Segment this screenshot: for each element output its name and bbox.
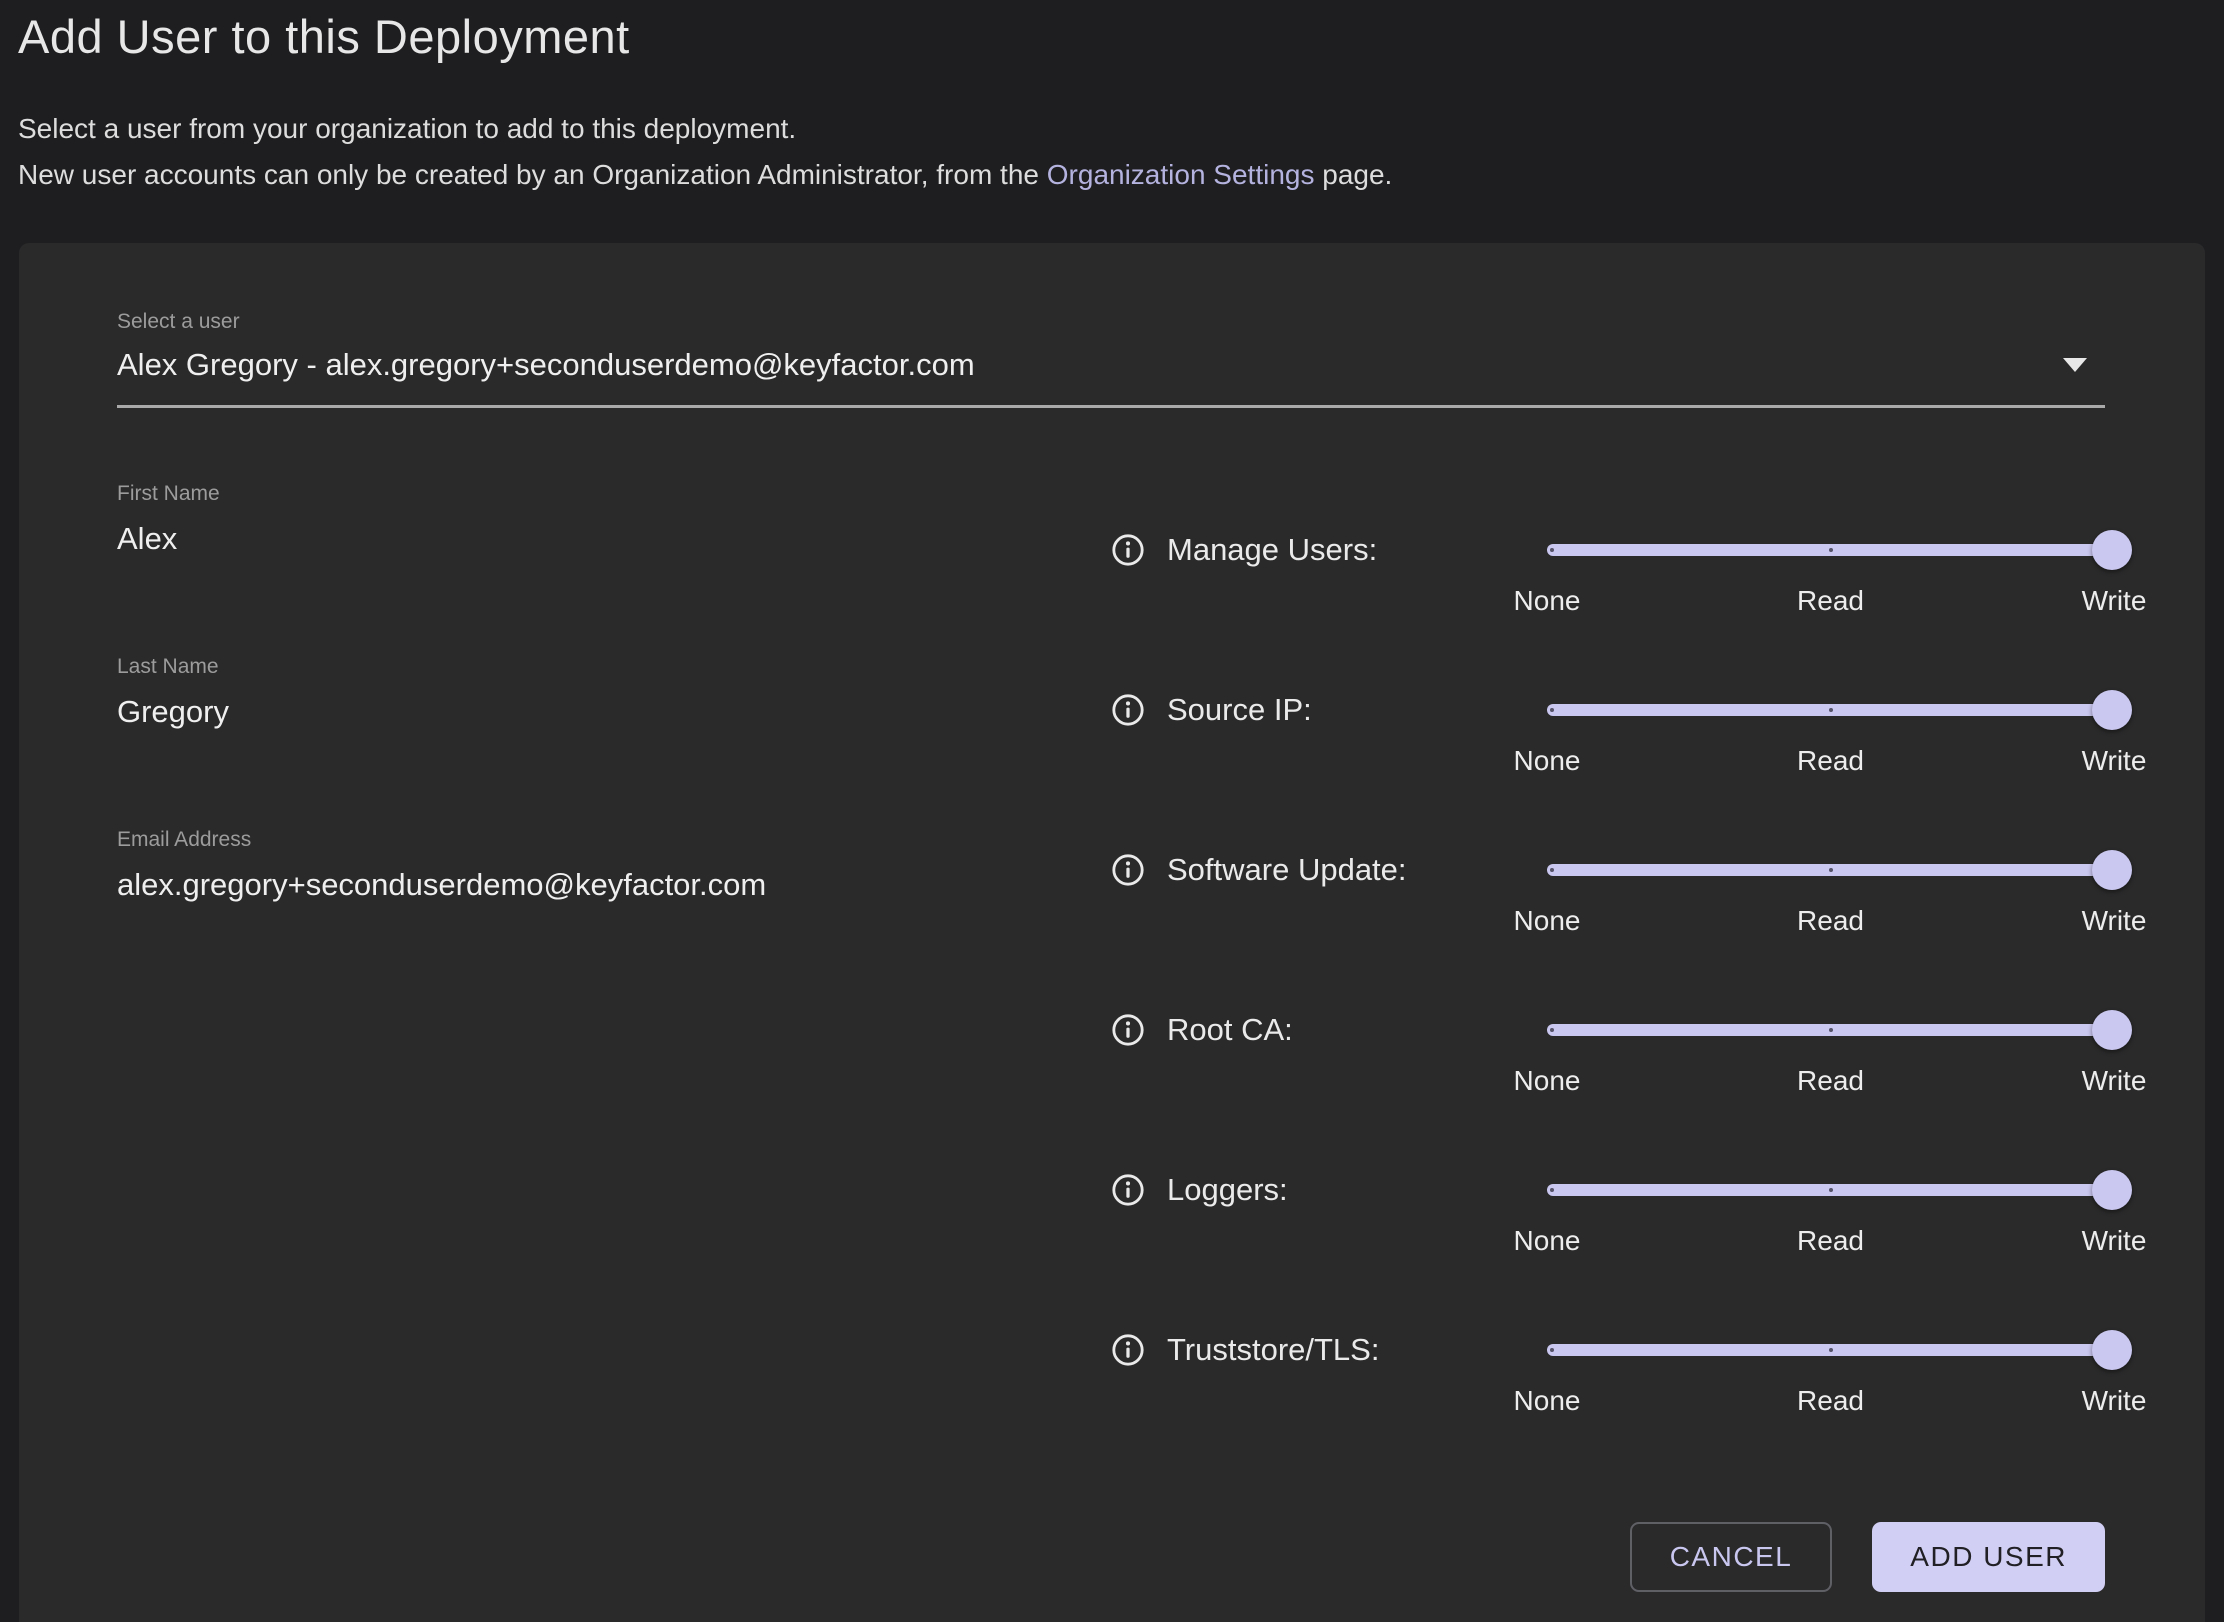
description-line2-suffix: page. — [1314, 159, 1392, 190]
scale-option-write: Write — [2082, 901, 2147, 941]
email-address-field: Email Address alex.gregory+seconduserdem… — [117, 826, 997, 906]
slider-mark-none — [1550, 708, 1554, 712]
info-icon[interactable] — [1111, 1013, 1145, 1047]
software-update-slider[interactable] — [1547, 850, 2114, 890]
scale-option-none: None — [1514, 1061, 1581, 1101]
email-address-value: alex.gregory+seconduserdemo@keyfactor.co… — [117, 864, 997, 906]
scale-option-read: Read — [1797, 581, 1864, 621]
dialog-header: Add User to this Deployment Select a use… — [18, 0, 2206, 198]
slider-mark-read — [1829, 548, 1833, 552]
slider-scale: None Read Write — [1547, 741, 2114, 781]
slider-thumb[interactable] — [2092, 1330, 2132, 1370]
dialog-description: Select a user from your organization to … — [18, 106, 2206, 198]
email-address-label: Email Address — [117, 826, 997, 854]
scale-option-none: None — [1514, 901, 1581, 941]
slider-thumb[interactable] — [2092, 530, 2132, 570]
slider-mark-read — [1829, 1028, 1833, 1032]
info-icon[interactable] — [1111, 853, 1145, 887]
cancel-button[interactable]: CANCEL — [1630, 1522, 1833, 1592]
slider-thumb[interactable] — [2092, 1170, 2132, 1210]
slider-scale: None Read Write — [1547, 581, 2114, 621]
root-ca-slider[interactable] — [1547, 1010, 2114, 1050]
scale-option-read: Read — [1797, 1061, 1864, 1101]
last-name-field: Last Name Gregory — [117, 653, 997, 733]
slider-thumb[interactable] — [2092, 1010, 2132, 1050]
loggers-slider[interactable] — [1547, 1170, 2114, 1210]
scale-option-write: Write — [2082, 581, 2147, 621]
description-line1: Select a user from your organization to … — [18, 113, 796, 144]
slider-mark-none — [1550, 868, 1554, 872]
info-icon[interactable] — [1111, 533, 1145, 567]
scale-option-none: None — [1514, 581, 1581, 621]
description-line2-prefix: New user accounts can only be created by… — [18, 159, 1047, 190]
permission-row-truststore-tls: Truststore/TLS: None Read Write — [1111, 1330, 2114, 1490]
scale-option-none: None — [1514, 1221, 1581, 1261]
slider-thumb[interactable] — [2092, 690, 2132, 730]
permission-label: Root CA: — [1167, 1012, 1547, 1048]
scale-option-write: Write — [2082, 741, 2147, 781]
slider-thumb[interactable] — [2092, 850, 2132, 890]
info-icon[interactable] — [1111, 1173, 1145, 1207]
page-title: Add User to this Deployment — [18, 6, 2206, 68]
slider-scale: None Read Write — [1547, 1221, 2114, 1261]
slider-mark-none — [1550, 1348, 1554, 1352]
scale-option-none: None — [1514, 741, 1581, 781]
last-name-value: Gregory — [117, 691, 997, 733]
permission-row-source-ip: Source IP: None Read Write — [1111, 690, 2114, 850]
scale-option-write: Write — [2082, 1221, 2147, 1261]
slider-mark-read — [1829, 1348, 1833, 1352]
permission-label: Truststore/TLS: — [1167, 1332, 1547, 1368]
slider-mark-none — [1550, 548, 1554, 552]
scale-option-write: Write — [2082, 1061, 2147, 1101]
slider-mark-read — [1829, 1188, 1833, 1192]
info-icon[interactable] — [1111, 1333, 1145, 1367]
user-details: First Name Alex Last Name Gregory Email … — [117, 480, 997, 999]
first-name-field: First Name Alex — [117, 480, 997, 560]
permission-row-root-ca: Root CA: None Read Write — [1111, 1010, 2114, 1170]
manage-users-slider[interactable] — [1547, 530, 2114, 570]
first-name-label: First Name — [117, 480, 997, 508]
truststore-tls-slider[interactable] — [1547, 1330, 2114, 1370]
select-user-field: Select a user Alex Gregory - alex.gregor… — [117, 308, 2105, 408]
slider-scale: None Read Write — [1547, 1381, 2114, 1421]
scale-option-read: Read — [1797, 1381, 1864, 1421]
scale-option-read: Read — [1797, 1221, 1864, 1261]
first-name-value: Alex — [117, 518, 997, 560]
select-user-label: Select a user — [117, 308, 2105, 336]
scale-option-none: None — [1514, 1381, 1581, 1421]
organization-settings-link[interactable]: Organization Settings — [1047, 159, 1315, 190]
permission-label: Manage Users: — [1167, 532, 1547, 568]
permission-label: Loggers: — [1167, 1172, 1547, 1208]
permission-label: Source IP: — [1167, 692, 1547, 728]
permission-row-manage-users: Manage Users: None Read Write — [1111, 530, 2114, 690]
permission-label: Software Update: — [1167, 852, 1547, 888]
add-user-dialog: Add User to this Deployment Select a use… — [0, 0, 2224, 1622]
last-name-label: Last Name — [117, 653, 997, 681]
select-user-value: Alex Gregory - alex.gregory+seconduserde… — [117, 344, 2105, 386]
source-ip-slider[interactable] — [1547, 690, 2114, 730]
slider-scale: None Read Write — [1547, 1061, 2114, 1101]
add-user-form-card: Select a user Alex Gregory - alex.gregor… — [19, 243, 2205, 1622]
select-user-dropdown[interactable]: Alex Gregory - alex.gregory+seconduserde… — [117, 344, 2105, 408]
permission-row-software-update: Software Update: None Read Write — [1111, 850, 2114, 1010]
slider-mark-read — [1829, 868, 1833, 872]
info-icon[interactable] — [1111, 693, 1145, 727]
slider-scale: None Read Write — [1547, 901, 2114, 941]
scale-option-write: Write — [2082, 1381, 2147, 1421]
slider-mark-read — [1829, 708, 1833, 712]
slider-mark-none — [1550, 1028, 1554, 1032]
dialog-actions: CANCEL ADD USER — [1630, 1522, 2105, 1592]
chevron-down-icon — [2063, 358, 2087, 372]
slider-mark-none — [1550, 1188, 1554, 1192]
permissions-panel: Manage Users: None Read Write — [1111, 530, 2114, 1490]
scale-option-read: Read — [1797, 741, 1864, 781]
scale-option-read: Read — [1797, 901, 1864, 941]
add-user-button[interactable]: ADD USER — [1872, 1522, 2105, 1592]
permission-row-loggers: Loggers: None Read Write — [1111, 1170, 2114, 1330]
